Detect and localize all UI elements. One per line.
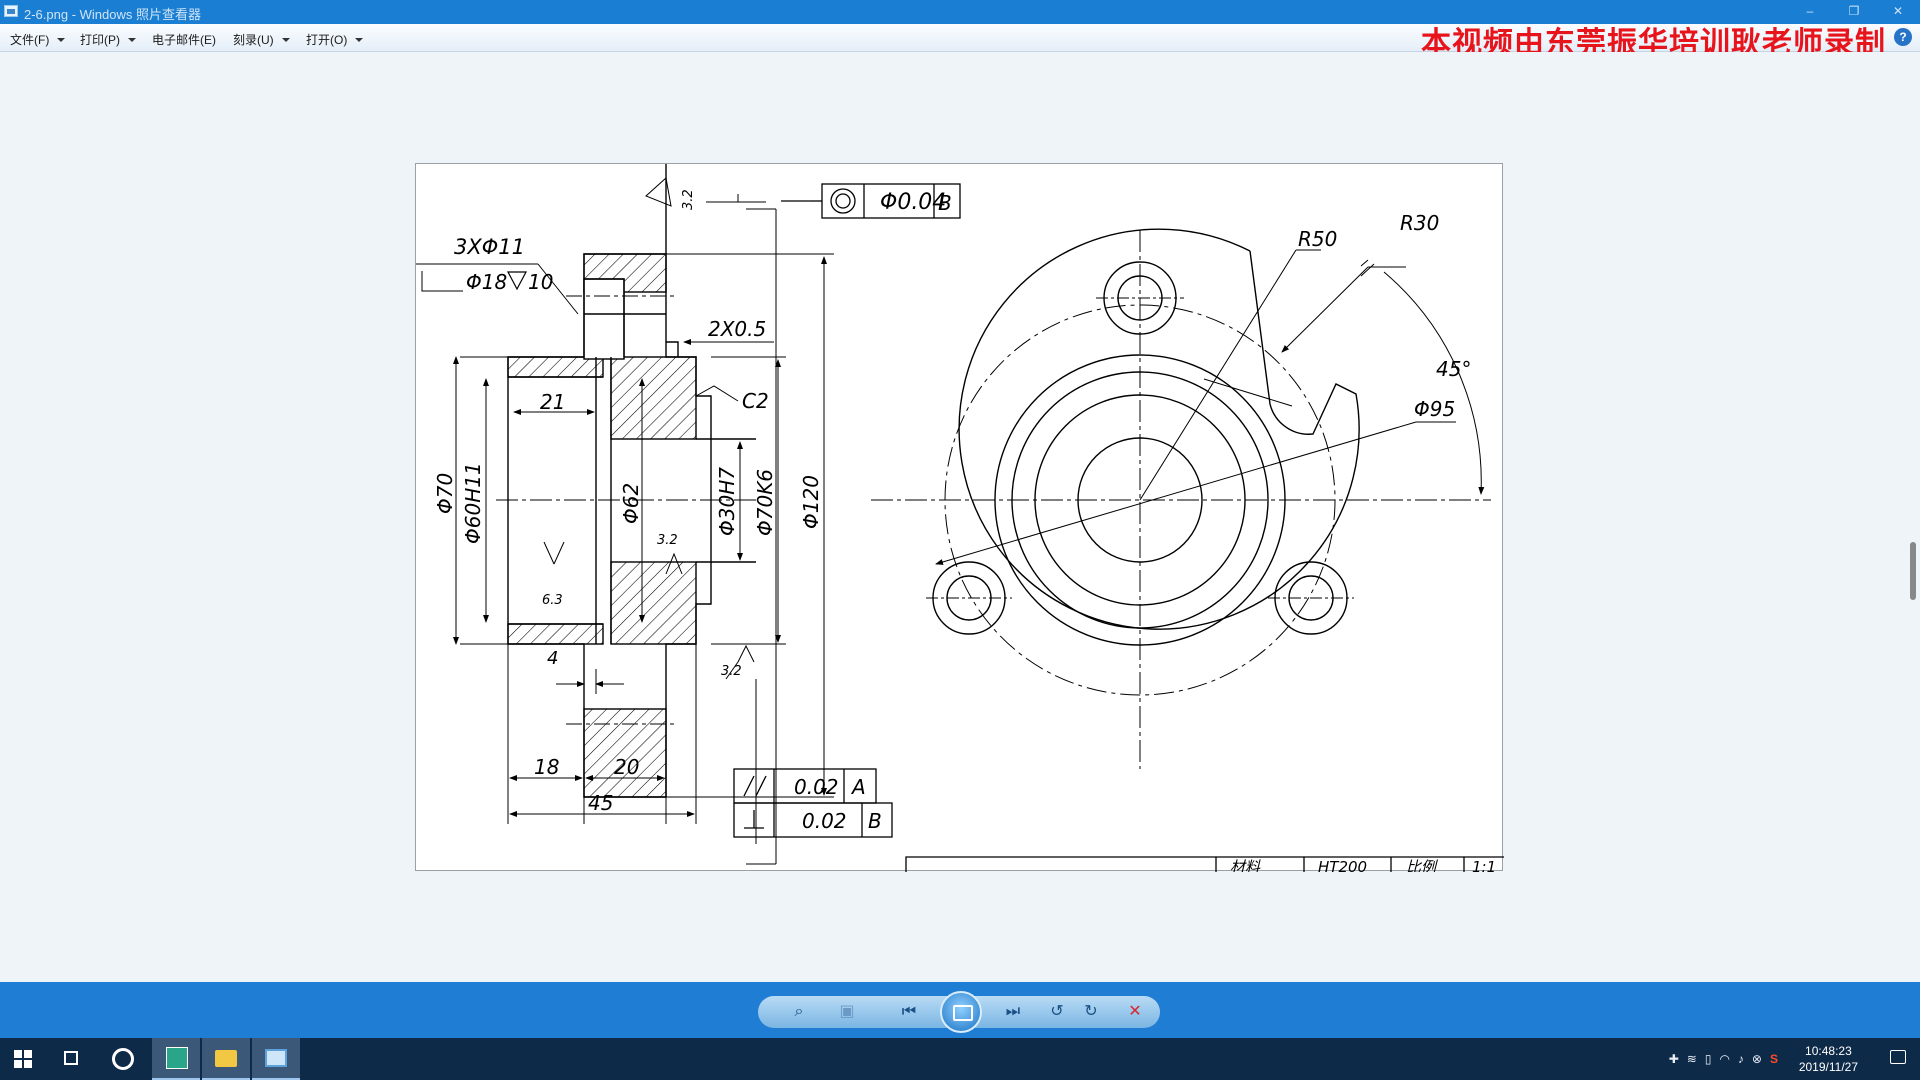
app-swirl-icon <box>112 1048 134 1070</box>
coaxiality-tolerance: Φ0.04 <box>880 190 946 215</box>
roughness-bottom: 3.2 <box>721 664 742 679</box>
fit-window-icon[interactable]: ▣ <box>836 1002 858 1022</box>
device-icon[interactable]: ▯ <box>1705 1052 1712 1066</box>
dim-phi60: Φ60H11 <box>461 462 485 544</box>
taskbar-photo-viewer[interactable] <box>252 1038 300 1080</box>
radius-r30: R30 <box>1400 211 1439 235</box>
dim-phi30: Φ30H7 <box>715 467 739 536</box>
chamfer-dim: C2 <box>742 389 769 413</box>
drawing-canvas: 3XΦ11 Φ18 10 Φ0.04 B 3.2 2X0.5 C2 21 Φ70… <box>416 164 1504 872</box>
menu-burn-label: 刻录(U) <box>233 33 274 47</box>
wifi-icon[interactable]: ◠ <box>1719 1052 1729 1066</box>
dim-21: 21 <box>540 390 565 414</box>
folder-icon <box>215 1050 237 1067</box>
dim-phi120: Φ120 <box>799 475 823 529</box>
chevron-down-icon <box>355 38 364 42</box>
perpendicular-tolerance: 0.02 <box>802 809 847 833</box>
delete-icon[interactable]: ✕ <box>1124 1002 1146 1022</box>
menu-email[interactable]: 电子邮件(E) <box>152 31 216 48</box>
menu-open-label: 打开(O) <box>306 33 348 47</box>
menu-file-label: 文件(F) <box>10 33 50 47</box>
taskbar-autocad[interactable] <box>152 1038 200 1080</box>
counterbore-count: 3XΦ11 <box>454 235 525 259</box>
windows-logo-icon <box>14 1050 32 1068</box>
taskbar-app-1[interactable] <box>98 1038 146 1080</box>
angle-45: 45° <box>1436 357 1471 381</box>
parallel-tolerance: 0.02 <box>794 775 839 799</box>
radius-r50: R50 <box>1298 227 1337 251</box>
autocad-icon <box>166 1047 188 1069</box>
task-view-icon <box>64 1051 78 1065</box>
network-icon[interactable]: ≋ <box>1687 1052 1697 1066</box>
menu-print-label: 打印(P) <box>80 33 120 47</box>
menu-file[interactable]: 文件(F) <box>10 31 66 48</box>
rotate-left-icon[interactable]: ↺ <box>1046 1002 1068 1022</box>
help-icon[interactable]: ? <box>1894 28 1912 46</box>
viewer-control-bar: ⌕ ▣ ⏮ ⏭ ↺ ↻ ✕ <box>0 982 1920 1038</box>
datum-a: A <box>850 775 866 799</box>
scrollbar-thumb[interactable] <box>1910 542 1916 600</box>
status-icon[interactable]: ⊗ <box>1752 1052 1762 1066</box>
datum-b: B <box>938 191 952 215</box>
next-icon[interactable]: ⏭ <box>1002 1002 1024 1022</box>
dim-20: 20 <box>614 755 639 779</box>
title-block-scale-label: 比例 <box>1406 858 1438 872</box>
zoom-icon[interactable]: ⌕ <box>788 1002 810 1022</box>
viewer-controls: ⌕ ▣ ⏮ ⏭ ↺ ↻ ✕ <box>758 991 1160 1033</box>
dim-phi95: Φ95 <box>1414 397 1455 421</box>
roughness-left: 6.3 <box>542 593 563 608</box>
taskbar: ✚ ≋ ▯ ◠ ♪ ⊗ S 10:48:23 2019/11/27 <box>0 1038 1920 1080</box>
dim-phi62: Φ62 <box>619 483 643 524</box>
engineering-drawing: 3XΦ11 Φ18 10 Φ0.04 B 3.2 2X0.5 C2 21 Φ70… <box>415 163 1504 872</box>
chevron-down-icon <box>128 38 136 42</box>
photo-viewer-icon <box>265 1049 287 1067</box>
dim-18: 18 <box>534 755 559 779</box>
chevron-down-icon <box>281 38 290 42</box>
groove-dim: 2X0.5 <box>708 317 766 341</box>
system-tray: ✚ ≋ ▯ ◠ ♪ ⊗ S <box>1669 1038 1778 1080</box>
slideshow-button[interactable] <box>940 991 982 1033</box>
datum-b-2: B <box>868 809 882 833</box>
taskbar-explorer[interactable] <box>202 1038 250 1080</box>
title-block-material-label: 材料 <box>1230 858 1261 872</box>
window-title: 2-6.png - Windows 照片查看器 <box>24 7 201 22</box>
menu-burn[interactable]: 刻录(U) <box>233 31 290 48</box>
roughness-mid: 3.2 <box>657 533 678 548</box>
front-view <box>871 228 1491 769</box>
dim-phi70k6: Φ70K6 <box>753 469 777 536</box>
chevron-down-icon <box>57 38 66 42</box>
photo-viewer-icon <box>4 5 18 17</box>
menu-print[interactable]: 打印(P) <box>80 31 136 48</box>
depth-symbol <box>507 271 527 291</box>
dim-4: 4 <box>547 648 558 669</box>
start-button[interactable] <box>0 1038 48 1080</box>
clock[interactable]: 10:48:23 2019/11/27 <box>1799 1043 1858 1075</box>
clock-date: 2019/11/27 <box>1798 1060 1858 1074</box>
title-block-scale: 1:1 <box>1472 858 1496 872</box>
task-view-button[interactable] <box>48 1038 96 1080</box>
front-view-dims <box>935 249 1485 565</box>
volume-icon[interactable]: ♪ <box>1738 1052 1744 1066</box>
rotate-right-icon[interactable]: ↻ <box>1080 1002 1102 1022</box>
input-method-icon[interactable]: S <box>1770 1052 1778 1066</box>
notification-icon[interactable] <box>1890 1050 1906 1064</box>
dim-phi70: Φ70 <box>433 473 457 514</box>
clock-time: 10:48:23 <box>1805 1044 1852 1058</box>
previous-icon[interactable]: ⏮ <box>898 1002 920 1022</box>
counterbore-depth: 10 <box>528 270 553 294</box>
counterbore-spec: Φ18 <box>466 270 507 294</box>
menu-open[interactable]: 打开(O) <box>306 31 364 48</box>
dim-45: 45 <box>588 791 613 815</box>
roughness-top: 3.2 <box>681 189 696 210</box>
security-icon[interactable]: ✚ <box>1669 1052 1679 1066</box>
title-block-material: HT200 <box>1318 858 1367 872</box>
